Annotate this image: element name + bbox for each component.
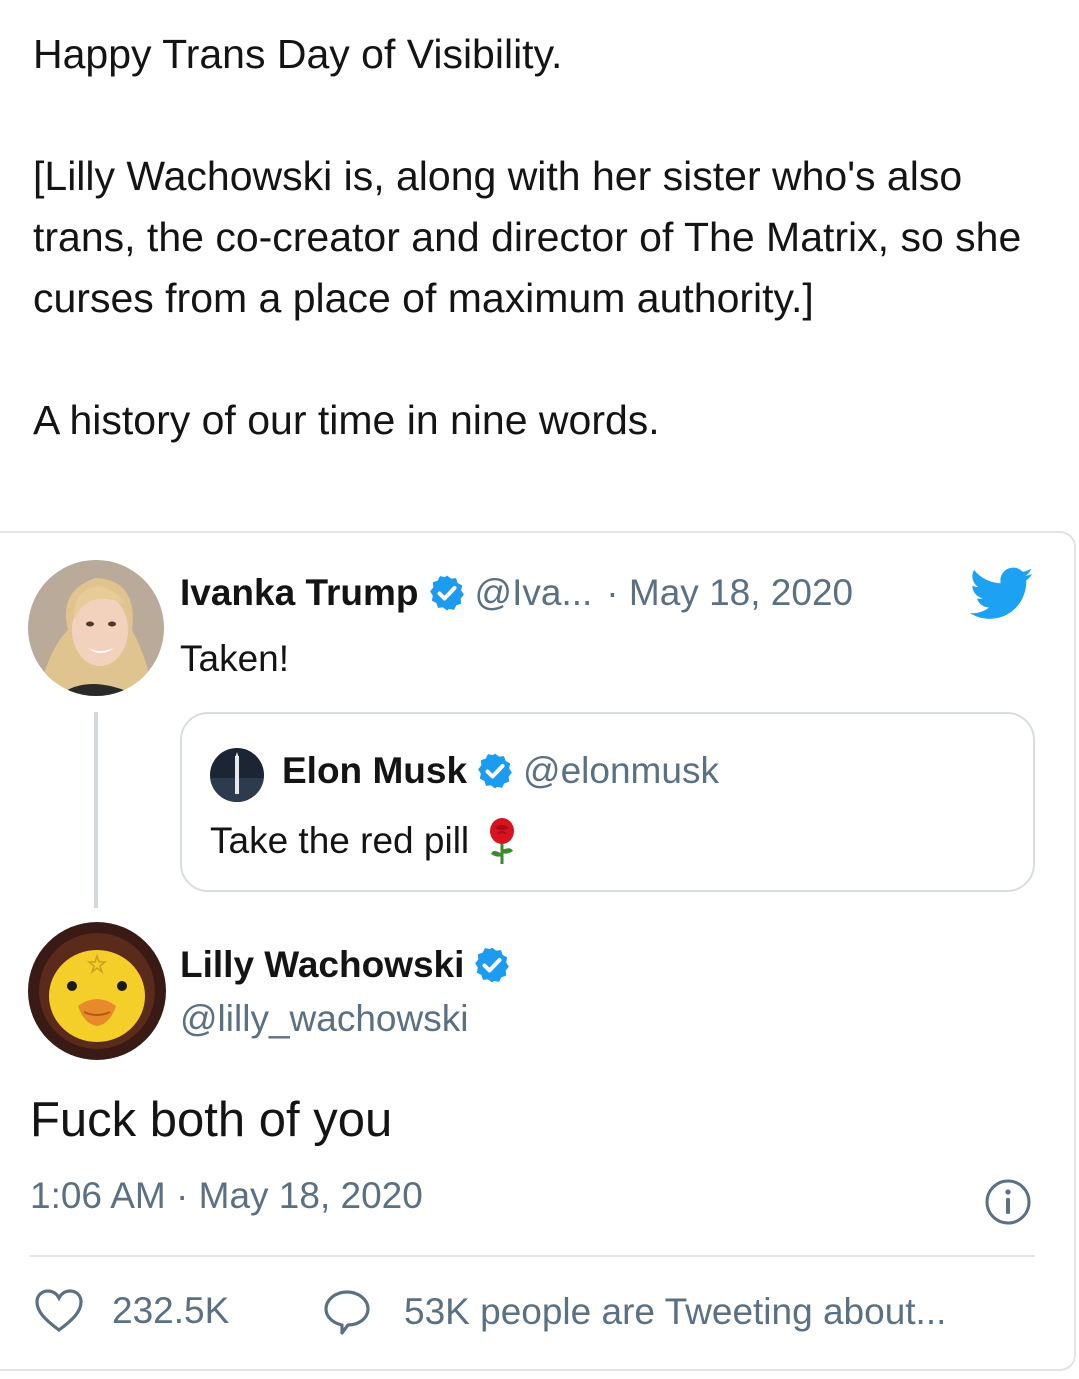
elon-avatar[interactable] [210, 748, 264, 802]
lilly-name-row: Lilly Wachowski [180, 944, 520, 986]
ivanka-handle[interactable]: @Iva... [475, 572, 593, 614]
post-line-3: A history of our time in nine words. [33, 397, 660, 443]
divider [30, 1255, 1035, 1257]
thread-line [94, 712, 98, 908]
info-icon[interactable] [984, 1178, 1032, 1226]
elon-display-name[interactable]: Elon Musk [282, 750, 467, 792]
elon-handle[interactable]: @elonmusk [523, 750, 719, 792]
lilly-handle[interactable]: @lilly_wachowski [180, 998, 468, 1040]
post-paragraph-2: [Lilly Wachowski is, along with her sist… [33, 153, 1022, 321]
elon-tweet-row: Take the red pill [210, 818, 519, 864]
elon-name-row: Elon Musk @elonmusk [282, 750, 719, 792]
like-action[interactable]: 232.5K [34, 1288, 229, 1334]
ivanka-display-name[interactable]: Ivanka Trump [180, 572, 419, 614]
reply-bubble-icon[interactable] [322, 1288, 372, 1336]
lilly-tweet-text: Fuck both of you [30, 1093, 393, 1147]
ivanka-tweet-text: Taken! [180, 638, 290, 679]
twitter-bird-icon[interactable] [970, 566, 1034, 622]
verified-badge-icon [475, 947, 510, 983]
embedded-tweet-card[interactable] [0, 531, 1076, 1371]
post-line-1: Happy Trans Day of Visibility. [33, 31, 563, 77]
ivanka-name-row: Ivanka Trump @Iva... · May 18, 2020 [180, 572, 853, 614]
rose-icon [490, 818, 515, 864]
elon-tweet-text: Take the red pill [210, 820, 470, 861]
quoted-tweet-card[interactable] [180, 712, 1035, 892]
tweet-timestamp[interactable]: 1:06 AM · May 18, 2020 [30, 1175, 423, 1217]
tweeting-count: 53K people are Tweeting about... [404, 1291, 947, 1332]
verified-badge-icon [429, 575, 464, 611]
ivanka-avatar[interactable] [28, 560, 164, 696]
tweeting-action[interactable]: 53K people are Tweeting about... [322, 1288, 946, 1336]
lilly-avatar[interactable] [28, 922, 166, 1060]
ivanka-tweet-date[interactable]: · May 18, 2020 [606, 572, 853, 614]
heart-icon[interactable] [34, 1288, 84, 1334]
lilly-display-name[interactable]: Lilly Wachowski [180, 944, 464, 986]
post-text: Happy Trans Day of Visibility. [Lilly Wa… [33, 24, 1053, 451]
like-count: 232.5K [112, 1290, 230, 1331]
verified-badge-icon [478, 753, 512, 789]
